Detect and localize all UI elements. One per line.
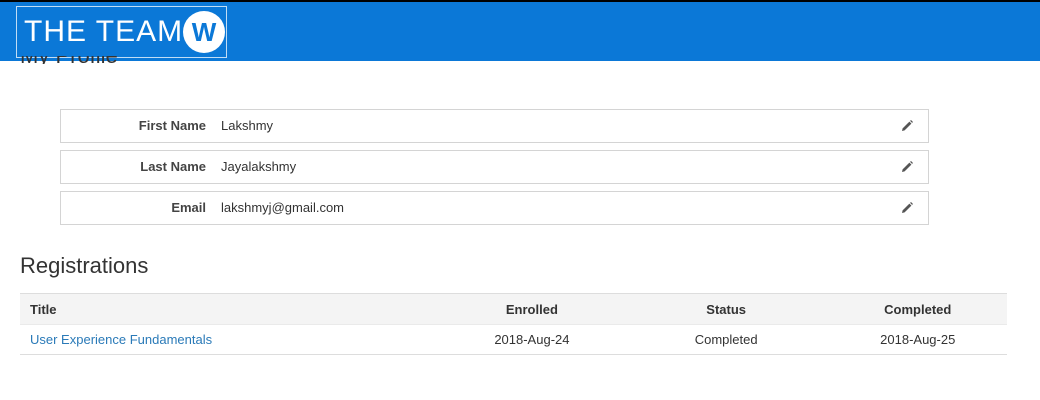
registrations-heading: Registrations (20, 253, 149, 278)
pencil-icon[interactable] (900, 201, 914, 215)
enrolled-date-cell: 2018-Aug-24 (439, 324, 624, 355)
course-title-cell: User Experience Fundamentals (20, 324, 440, 355)
top-header: THE TEAM W (0, 0, 1040, 61)
column-header-completed: Completed (828, 293, 1007, 325)
profile-row-email: Email lakshmyj@gmail.com (60, 191, 929, 225)
logo-w-icon: W (183, 11, 225, 53)
column-header-title: Title (20, 293, 440, 325)
column-header-enrolled: Enrolled (439, 293, 624, 325)
pencil-icon[interactable] (900, 119, 914, 133)
logo-mark-letter: W (192, 17, 217, 47)
first-name-value: Lakshmy (221, 118, 274, 133)
registrations-table: Title Enrolled Status Completed User Exp… (20, 293, 1007, 355)
profile-row-first-name: First Name Lakshmy (60, 109, 929, 143)
email-value: lakshmyj@gmail.com (221, 200, 344, 215)
course-title-link[interactable]: User Experience Fundamentals (30, 332, 212, 347)
site-logo[interactable]: THE TEAM W (16, 6, 227, 58)
page-title: My Profile (20, 56, 118, 64)
email-label: Email (171, 200, 206, 215)
table-header-row: Title Enrolled Status Completed (20, 293, 1007, 325)
pencil-icon[interactable] (900, 160, 914, 174)
table-row: User Experience Fundamentals 2018-Aug-24… (20, 324, 1007, 355)
first-name-label: First Name (138, 118, 206, 133)
profile-row-last-name: Last Name Jayalakshmy (60, 150, 929, 184)
completed-date-cell: 2018-Aug-25 (828, 324, 1007, 355)
last-name-value: Jayalakshmy (221, 159, 297, 174)
column-header-status: Status (623, 293, 829, 325)
logo-text: THE TEAM (24, 15, 184, 48)
last-name-label: Last Name (140, 159, 206, 174)
status-cell: Completed (623, 324, 829, 355)
